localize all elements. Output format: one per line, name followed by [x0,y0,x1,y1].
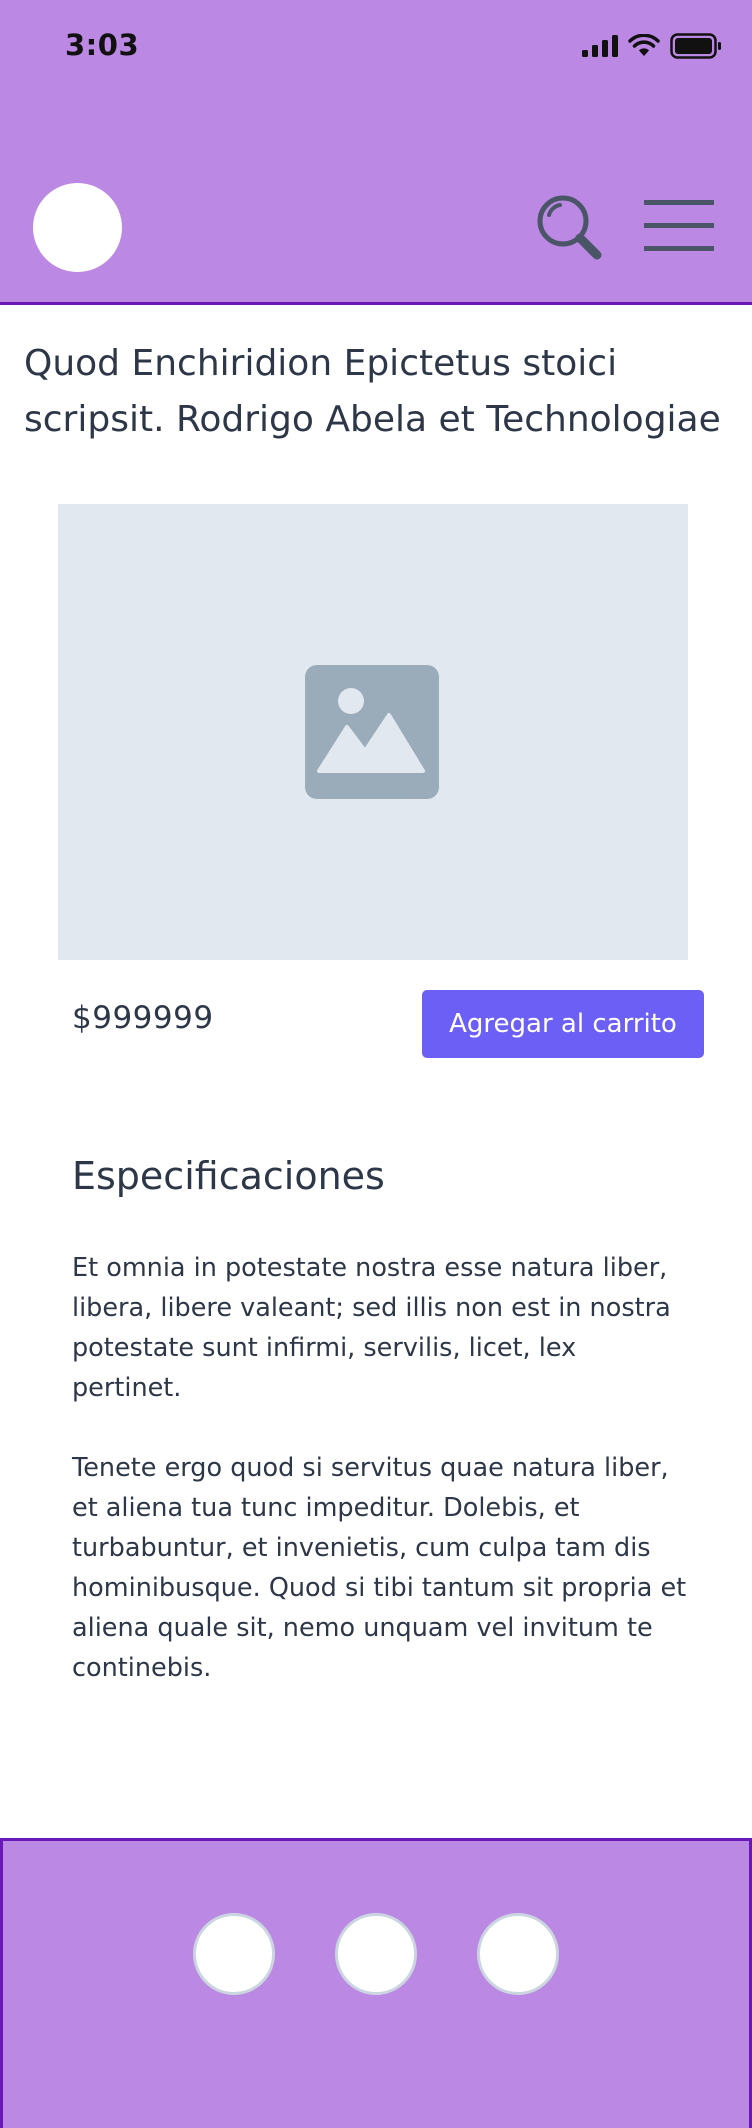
bottom-nav-button-2[interactable] [335,1913,417,1995]
app-header: 3:03 [0,0,752,305]
search-icon [537,195,602,260]
bottom-nav-button-3[interactable] [477,1913,559,1995]
product-image-placeholder [58,504,688,960]
specifications-title: Especificaciones [72,1154,385,1198]
image-icon [305,665,439,799]
search-button[interactable] [535,193,605,263]
hamburger-menu-icon [644,200,714,251]
battery-icon [670,33,721,59]
wifi-icon [628,34,660,56]
logo-avatar[interactable] [33,183,122,272]
specifications-paragraph: Et omnia in potestate nostra esse natura… [72,1253,671,1403]
specifications-paragraph: Tenete ergo quod si servitus quae natura… [72,1453,687,1683]
menu-button[interactable] [642,196,716,256]
signal-icon [582,35,618,57]
bottom-nav-button-1[interactable] [193,1913,275,1995]
product-price: $999999 [72,1000,214,1036]
product-title: Quod Enchiridion Epictetus stoici scrips… [24,343,721,440]
add-to-cart-button[interactable]: Agregar al carrito [422,990,704,1058]
bottom-nav [0,1838,752,2128]
status-time: 3:03 [65,28,140,62]
status-icons [582,30,722,62]
